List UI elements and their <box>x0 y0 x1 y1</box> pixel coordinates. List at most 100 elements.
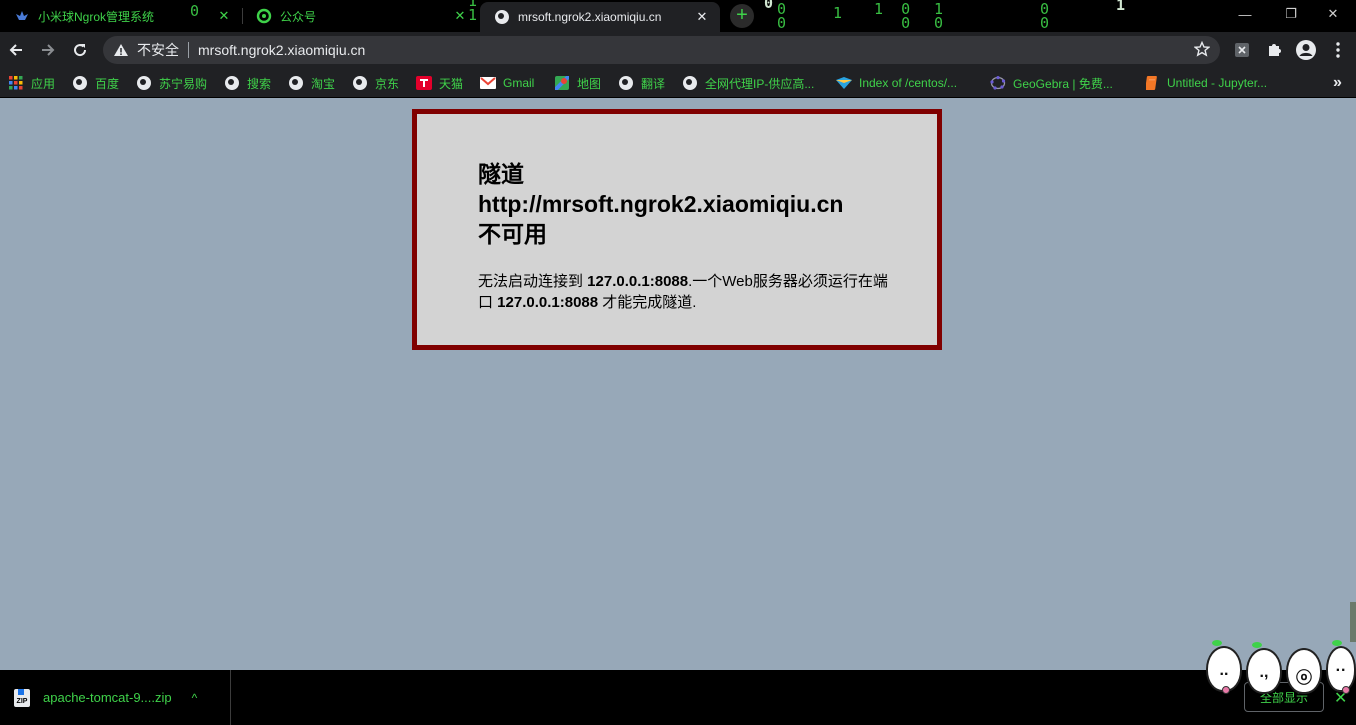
tab-title: mrsoft.ngrok2.xiaomiqiu.cn <box>518 10 662 24</box>
download-item[interactable]: ZIP apache-tomcat-9....zip ^ <box>0 670 231 725</box>
globe-icon <box>682 75 698 91</box>
bookmark-star-icon[interactable] <box>1193 40 1211 60</box>
matrix-decoration: 1 <box>833 4 843 22</box>
bookmark-apps[interactable]: 应用 <box>8 73 55 93</box>
back-button[interactable] <box>2 36 30 64</box>
minimize-button[interactable]: — <box>1222 0 1268 28</box>
error-title-url: http://mrsoft.ngrok2.xiaomiqiu.cn <box>478 191 844 217</box>
arrow-right-icon <box>42 44 55 56</box>
download-bar: ZIP apache-tomcat-9....zip ^ 全部显示 ✕ <box>0 670 1356 725</box>
profile-avatar-icon[interactable] <box>1292 36 1320 64</box>
bookmarks-overflow-button[interactable]: » <box>1333 73 1342 93</box>
zip-file-icon: ZIP <box>14 688 30 707</box>
globe-icon <box>224 75 240 91</box>
restore-button[interactable]: ❐ <box>1268 0 1314 28</box>
globe-icon <box>136 75 152 91</box>
error-title-line1: 隧道 <box>478 161 524 187</box>
reload-button[interactable] <box>66 36 94 64</box>
bookmark-label: 地图 <box>577 76 602 91</box>
address-bar[interactable]: 不安全 mrsoft.ngrok2.xiaomiqiu.cn <box>103 36 1220 64</box>
tab-active-tunnel[interactable]: mrsoft.ngrok2.xiaomiqiu.cn ✕ <box>480 2 720 32</box>
forward-button[interactable] <box>34 36 62 64</box>
tab-close-icon[interactable]: ✕ <box>694 9 710 25</box>
bookmark-label: 应用 <box>31 76 56 91</box>
error-address: 127.0.0.1:8088 <box>587 273 689 290</box>
geogebra-icon <box>990 75 1006 91</box>
ngrok-logo-icon <box>14 8 30 24</box>
tmall-icon <box>416 75 432 91</box>
tab-wechat[interactable]: 公众号 ✕ <box>242 0 478 32</box>
bookmark-suning[interactable]: 苏宁易购 <box>136 73 207 93</box>
matrix-decoration: 0 0 <box>777 0 787 32</box>
bookmark-jupyter[interactable]: Untitled - Jupyter... <box>1144 73 1267 93</box>
error-address: 127.0.0.1:8088 <box>497 294 599 311</box>
globe-icon <box>352 75 368 91</box>
bookmark-label: 天猫 <box>439 76 464 91</box>
globe-icon <box>494 9 510 25</box>
chevron-up-icon[interactable]: ^ <box>192 691 198 705</box>
error-message: 无法启动连接到 127.0.0.1:8088.一个Web服务器必须运行在端口 1… <box>478 271 898 313</box>
bookmark-tmall[interactable]: 天猫 <box>416 73 463 93</box>
extension-x-icon[interactable] <box>1228 36 1256 64</box>
bookmark-centos-index[interactable]: Index of /centos/... <box>836 73 957 93</box>
mascot-sticker: ., <box>1246 642 1282 694</box>
mascot-sticker: ⓞ <box>1286 648 1322 694</box>
mascot-sticker: ·· <box>1326 640 1356 694</box>
bookmark-search[interactable]: 搜索 <box>224 73 271 93</box>
reload-icon <box>74 44 87 57</box>
error-msg-part1: 无法启动连接到 <box>478 273 588 290</box>
bookmark-geogebra[interactable]: GeoGebra | 免费... <box>990 73 1113 93</box>
new-tab-button[interactable]: + <box>730 4 754 28</box>
globe-icon <box>618 75 634 91</box>
matrix-decoration: 1 <box>1116 0 1126 14</box>
matrix-decoration: 1 0 <box>934 0 944 32</box>
matrix-decoration: 0 0 <box>1040 0 1050 32</box>
bookmark-label: 翻译 <box>641 76 666 91</box>
bookmark-taobao[interactable]: 淘宝 <box>288 73 335 93</box>
matrix-decoration: 1 0 0 <box>874 0 911 32</box>
error-title: 隧道 http://mrsoft.ngrok2.xiaomiqiu.cn 不可用 <box>478 159 918 249</box>
bookmark-proxy-ip[interactable]: 全网代理IP-供应高... <box>682 73 814 93</box>
bookmark-label: Untitled - Jupyter... <box>1167 76 1268 90</box>
close-window-button[interactable]: ✕ <box>1310 0 1356 28</box>
warning-triangle-icon[interactable] <box>113 42 129 58</box>
bookmark-maps[interactable]: 地图 <box>554 73 601 93</box>
gmail-icon <box>480 75 496 91</box>
bookmark-baidu[interactable]: 百度 <box>72 73 119 93</box>
globe-icon <box>288 75 304 91</box>
bookmark-label: 百度 <box>95 76 120 91</box>
omnibox-divider <box>188 42 189 58</box>
error-title-line3: 不可用 <box>478 221 547 247</box>
bookmark-translate[interactable]: 翻译 <box>618 73 665 93</box>
bookmark-label: Gmail <box>503 76 535 90</box>
bookmark-gmail[interactable]: Gmail <box>480 73 534 93</box>
tunnel-error-box: 隧道 http://mrsoft.ngrok2.xiaomiqiu.cn 不可用… <box>412 109 942 350</box>
bookmark-label: 搜索 <box>247 76 272 91</box>
bookmarks-bar: 应用 百度 苏宁易购 搜索 淘宝 京东 天猫 Gmail 地图 翻译 全网代理I… <box>0 68 1356 98</box>
tab-ngrok-admin[interactable]: 小米球Ngrok管理系统 ✕ <box>0 0 242 32</box>
tab-title: 小米球Ngrok管理系统 <box>38 9 155 24</box>
tab-close-icon[interactable]: ✕ <box>216 8 232 24</box>
mascot-sticker: .. <box>1206 640 1242 694</box>
jupyter-icon <box>1144 75 1160 91</box>
extensions-puzzle-icon[interactable] <box>1260 36 1288 64</box>
bookmark-label: 苏宁易购 <box>159 76 208 91</box>
bookmark-jd[interactable]: 京东 <box>352 73 399 93</box>
download-filename[interactable]: apache-tomcat-9....zip <box>43 690 172 705</box>
security-status-label[interactable]: 不安全 <box>137 40 179 60</box>
bookmark-label: 京东 <box>375 76 400 91</box>
maps-icon <box>554 75 570 91</box>
bookmark-label: 淘宝 <box>311 76 336 91</box>
menu-kebab-icon[interactable] <box>1324 36 1352 64</box>
bookmark-label: 全网代理IP-供应高... <box>705 76 815 91</box>
wechat-official-icon <box>256 8 272 24</box>
tab-close-icon[interactable]: ✕ <box>452 8 468 24</box>
url-text[interactable]: mrsoft.ngrok2.xiaomiqiu.cn <box>198 42 365 58</box>
scroll-widget-edge <box>1350 602 1356 642</box>
tab-strip: 0 1 1 0 0 0 1 1 0 0 1 0 0 0 1 小米球Ngrok管理… <box>0 0 1356 32</box>
arrow-left-icon <box>9 44 22 56</box>
browser-toolbar: 不安全 mrsoft.ngrok2.xiaomiqiu.cn <box>0 32 1356 68</box>
bookmark-label: Index of /centos/... <box>859 76 958 90</box>
matrix-decoration: 0 <box>764 0 774 12</box>
folder-icon <box>836 75 852 91</box>
